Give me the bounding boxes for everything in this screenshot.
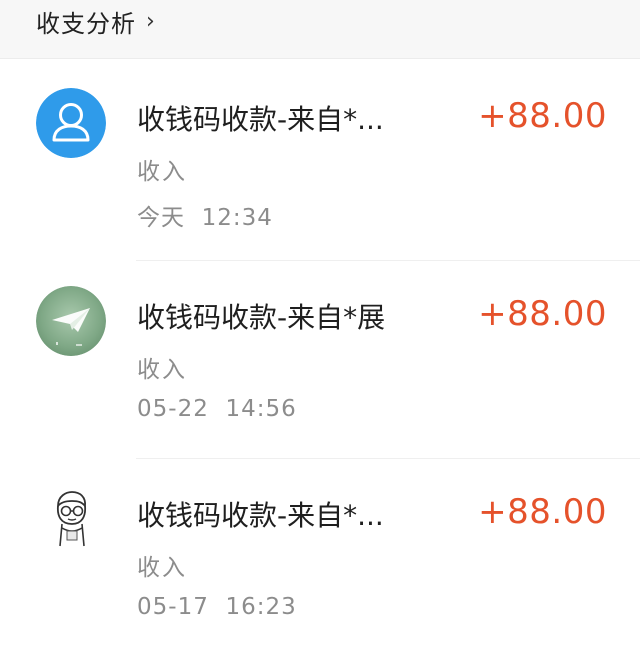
transaction-item[interactable]: 收钱码收款-来自*... 收入 05-17 16:23 +88.00: [0, 466, 640, 646]
header-bar: 收支分析 ›: [0, 0, 640, 59]
transaction-title: 收钱码收款-来自*展: [137, 301, 386, 334]
transaction-amount: +88.00: [478, 294, 607, 334]
chevron-right-icon: ›: [146, 8, 155, 34]
cartoon-person-glasses-avatar-icon: [36, 484, 106, 554]
transaction-type: 收入: [137, 357, 187, 383]
default-user-avatar-icon: [36, 88, 106, 158]
transaction-type: 收入: [137, 555, 187, 581]
transaction-time: 05-22 14:56: [137, 396, 297, 422]
transaction-amount: +88.00: [478, 492, 607, 532]
transaction-item[interactable]: 收钱码收款-来自*展 收入 05-22 14:56 +88.00: [0, 268, 640, 448]
transaction-time: 今天 12:34: [137, 205, 273, 231]
transaction-type: 收入: [137, 159, 187, 185]
transaction-title: 收钱码收款-来自*...: [137, 103, 384, 136]
transaction-title: 收钱码收款-来自*...: [137, 499, 384, 532]
divider: [136, 260, 640, 261]
paper-plane-avatar-icon: [36, 286, 106, 356]
header-title: 收支分析: [36, 10, 136, 38]
divider: [136, 458, 640, 459]
income-expense-analysis-link[interactable]: 收支分析 ›: [36, 4, 155, 39]
transaction-time: 05-17 16:23: [137, 594, 297, 620]
transaction-amount: +88.00: [478, 96, 607, 136]
transaction-item[interactable]: 收钱码收款-来自*... 收入 今天 12:34 +88.00: [0, 70, 640, 250]
